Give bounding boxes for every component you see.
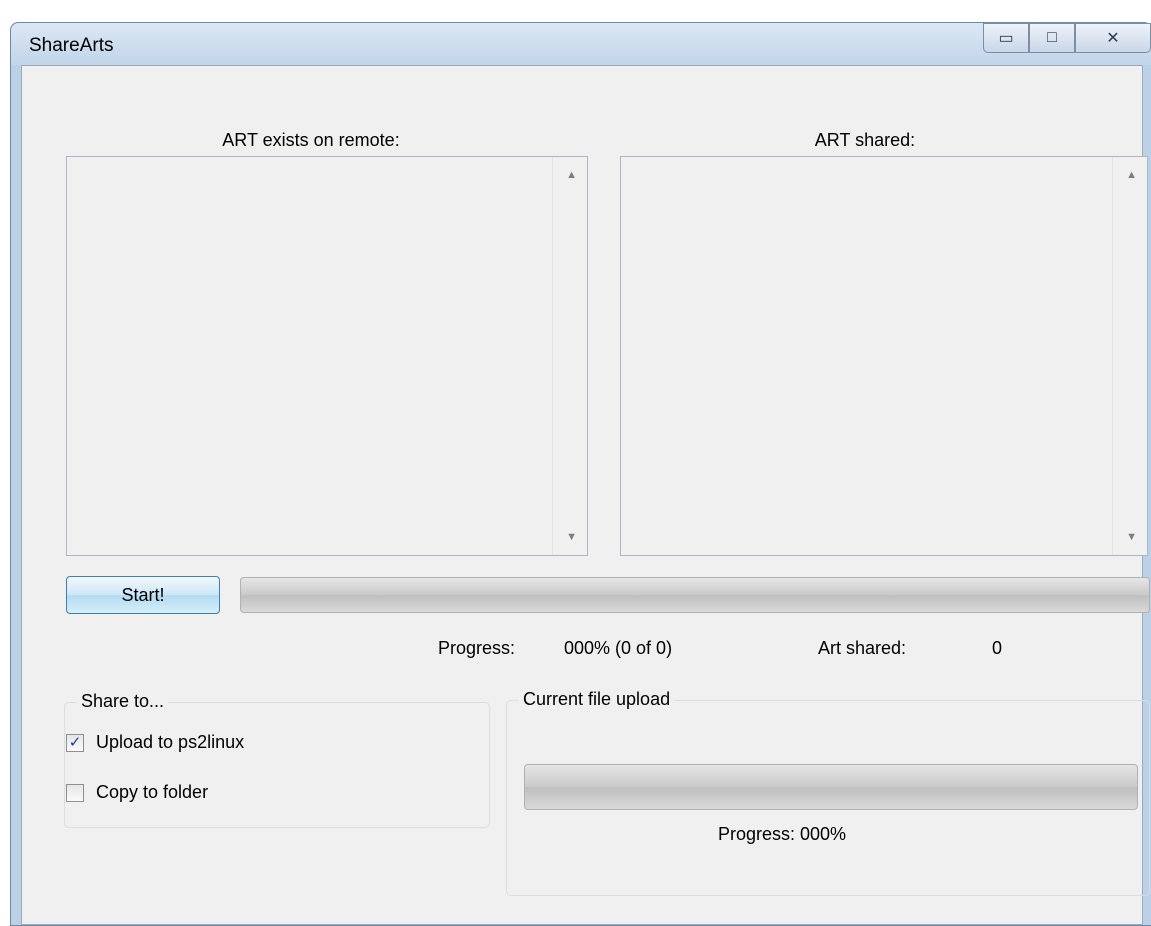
shared-list-label: ART shared: [814,130,916,150]
maximize-icon: □ [1047,29,1057,46]
overall-progress-bar [240,577,1150,613]
window-controls: ▭ □ ✕ [983,23,1151,55]
copy-to-folder-label: Copy to folder [96,782,209,802]
file-progress-text: Progress: 000% [718,824,847,844]
close-button[interactable]: ✕ [1075,23,1151,53]
art-shared-value: 0 [992,638,1003,658]
sharearts-window: ShareArts ▭ □ ✕ ART exists on remote: ▲ … [10,22,1151,926]
scroll-down-icon[interactable]: ▼ [566,531,577,543]
scroll-up-icon[interactable]: ▲ [566,169,577,181]
copy-to-folder-checkbox[interactable] [66,783,84,802]
progress-value: 000% (0 of 0) [564,638,673,658]
maximize-button[interactable]: □ [1029,23,1075,53]
upload-ps2linux-option[interactable]: ✓ Upload to ps2linux [66,732,244,753]
minimize-icon: ▭ [998,30,1014,47]
share-to-title: Share to... [77,691,169,712]
window-title: ShareArts [29,35,114,56]
progress-label: Progress: [438,638,516,658]
shared-list-scrollbar[interactable] [1112,157,1147,555]
current-upload-title: Current file upload [519,689,675,710]
check-icon: ✓ [68,734,82,751]
scroll-down-icon[interactable]: ▼ [1126,531,1137,543]
scroll-up-icon[interactable]: ▲ [1126,169,1137,181]
client-area: ART exists on remote: ▲ ▼ ART shared: ▲ … [21,65,1150,925]
remote-art-list[interactable]: ▲ ▼ [66,156,588,556]
art-shared-label: Art shared: [818,638,907,658]
minimize-button[interactable]: ▭ [983,23,1029,53]
upload-ps2linux-checkbox[interactable]: ✓ [66,733,84,752]
upload-ps2linux-label: Upload to ps2linux [96,732,245,752]
copy-to-folder-option[interactable]: Copy to folder [66,782,208,803]
shared-art-list[interactable]: ▲ ▼ [620,156,1148,556]
share-to-group: Share to... [64,691,490,828]
remote-list-label: ART exists on remote: [222,130,400,150]
title-bar[interactable]: ShareArts ▭ □ ✕ [11,23,1151,65]
start-button[interactable]: Start! [66,576,220,614]
close-icon: ✕ [1106,30,1120,47]
file-progress-bar [524,764,1138,810]
remote-list-scrollbar[interactable] [552,157,587,555]
